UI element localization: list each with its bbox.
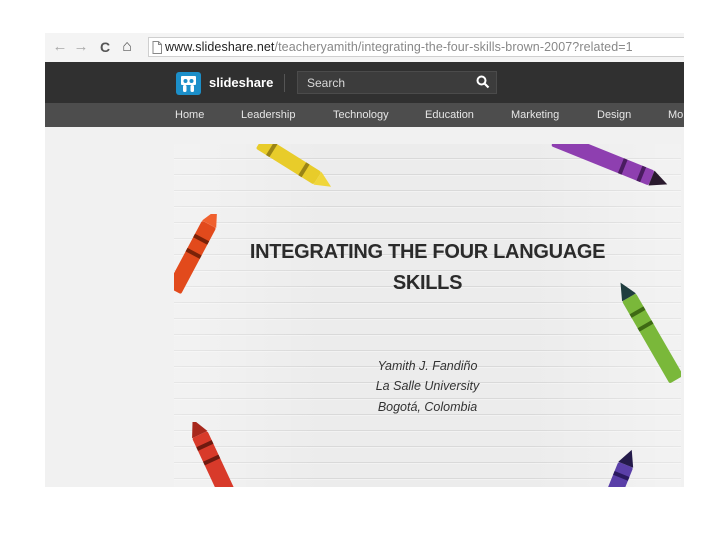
back-button[interactable]: ← <box>51 38 69 56</box>
search-input[interactable]: Search <box>297 71 497 94</box>
nav-item-home[interactable]: Home <box>175 109 204 121</box>
slide-location: Bogotá, Colombia <box>377 400 478 414</box>
site-header: slideshare Search <box>45 62 684 103</box>
slideshare-logo-icon[interactable] <box>176 72 201 95</box>
slide-institution: La Salle University <box>375 379 480 393</box>
nav-item-design[interactable]: Design <box>597 109 631 121</box>
nav-item-leadership[interactable]: Leadership <box>241 109 295 121</box>
url-text: www.slideshare.net/teacheryamith/integra… <box>165 40 633 54</box>
nav-item-more[interactable]: Mo <box>668 109 683 121</box>
purple-crayon-icon <box>551 144 668 186</box>
home-button[interactable]: ⌂ <box>118 38 136 56</box>
nav-item-marketing[interactable]: Marketing <box>511 109 559 121</box>
search-icon[interactable] <box>476 75 490 89</box>
purple-crayon-bottom-icon <box>598 449 634 487</box>
header-divider <box>284 74 285 92</box>
reload-button[interactable]: C <box>96 38 114 56</box>
browser-toolbar: ← → C ⌂ www.slideshare.net/teacheryamith… <box>45 33 684 63</box>
red-crayon-icon <box>192 422 237 487</box>
brand-name[interactable]: slideshare <box>209 75 273 90</box>
slide-title: INTEGRATING THE FOUR LANGUAGE SKILLS <box>174 237 681 299</box>
url-domain: www.slideshare.net <box>165 40 275 54</box>
slide-viewer[interactable]: INTEGRATING THE FOUR LANGUAGE SKILLS Yam… <box>174 144 681 487</box>
screenshot-window: ← → C ⌂ www.slideshare.net/teacheryamith… <box>45 33 684 487</box>
slide-author: Yamith J. Fandiño <box>377 359 478 373</box>
search-placeholder: Search <box>307 76 346 90</box>
page-icon <box>152 41 162 54</box>
category-nav: Home Leadership Technology Education Mar… <box>45 103 684 127</box>
url-path: /teacheryamith/integrating-the-four-skil… <box>274 40 633 54</box>
slide-title-line1: INTEGRATING THE FOUR LANGUAGE <box>249 241 606 263</box>
forward-button[interactable]: → <box>72 38 90 56</box>
address-bar[interactable]: www.slideshare.net/teacheryamith/integra… <box>148 37 684 57</box>
nav-item-technology[interactable]: Technology <box>333 109 389 121</box>
nav-item-education[interactable]: Education <box>425 109 474 121</box>
slide-title-line2: SKILLS <box>392 272 463 294</box>
yellow-crayon-icon <box>256 144 332 187</box>
